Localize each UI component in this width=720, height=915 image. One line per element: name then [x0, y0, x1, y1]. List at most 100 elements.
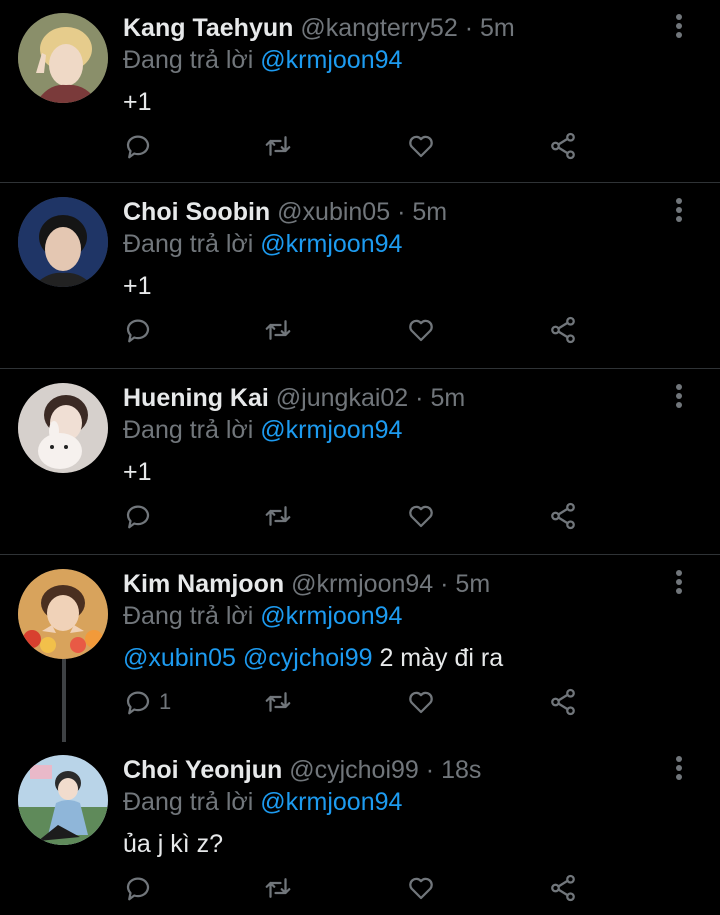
- replying-to-mention[interactable]: @krmjoon94: [260, 230, 402, 258]
- text-mention[interactable]: @cyjchoi99: [243, 644, 373, 672]
- tweet-text-body: 2 mày đi ra: [372, 644, 504, 672]
- replying-to-mention[interactable]: @krmjoon94: [260, 602, 402, 630]
- display-name[interactable]: Kang Taehyun: [123, 14, 293, 42]
- reply-button[interactable]: 1: [123, 682, 171, 722]
- replying-to-label: Đang trả lời: [123, 230, 254, 258]
- reply-button[interactable]: [123, 310, 153, 350]
- action-bar: [123, 126, 593, 166]
- avatar[interactable]: [18, 383, 108, 473]
- display-name[interactable]: Choi Soobin: [123, 198, 270, 226]
- user-handle[interactable]: @cyjchoi99: [289, 756, 419, 784]
- replying-to: Đang trả lời @krmjoon94: [123, 228, 402, 260]
- like-button[interactable]: [406, 682, 436, 722]
- retweet-button[interactable]: [263, 126, 293, 166]
- tweet[interactable]: Huening Kai @jungkai02 · 5m Đang trả lời…: [0, 370, 720, 555]
- more-vertical-icon[interactable]: [674, 14, 684, 44]
- action-bar: 1: [123, 682, 593, 722]
- retweet-icon: [265, 692, 291, 712]
- thread-connector: [62, 659, 66, 742]
- tweet[interactable]: Kim Namjoon @krmjoon94 · 5m Đang trả lời…: [0, 556, 720, 742]
- replying-to-label: Đang trả lời: [123, 46, 254, 74]
- heart-icon: [409, 135, 433, 158]
- user-handle[interactable]: @xubin05: [277, 198, 390, 226]
- display-name[interactable]: Huening Kai: [123, 384, 269, 412]
- share-icon: [551, 502, 575, 530]
- tweet[interactable]: Choi Soobin @xubin05 · 5m Đang trả lời @…: [0, 184, 720, 369]
- share-icon: [551, 688, 575, 716]
- more-vertical-icon[interactable]: [674, 384, 684, 414]
- like-button[interactable]: [406, 496, 436, 536]
- tweet-text: @xubin05 @cyjchoi99 2 mày đi ra: [123, 642, 503, 674]
- action-bar: [123, 310, 593, 350]
- retweet-button[interactable]: [263, 682, 293, 722]
- heart-icon: [409, 691, 433, 714]
- tweet[interactable]: Choi Yeonjun @cyjchoi99 · 18s Đang trả l…: [0, 742, 720, 915]
- replying-to-mention[interactable]: @krmjoon94: [260, 416, 402, 444]
- timestamp[interactable]: 5m: [455, 570, 490, 598]
- reply-button[interactable]: [123, 126, 153, 166]
- reply-count: 1: [159, 689, 172, 714]
- reply-icon: [126, 319, 150, 343]
- divider: [0, 182, 720, 183]
- timestamp[interactable]: 5m: [412, 198, 447, 226]
- share-button[interactable]: [548, 496, 578, 536]
- retweet-icon: [265, 136, 291, 156]
- reply-icon: [126, 505, 150, 529]
- reply-icon: [126, 135, 150, 159]
- user-handle[interactable]: @jungkai02: [276, 384, 408, 412]
- replying-to: Đang trả lời @krmjoon94: [123, 44, 402, 76]
- tweet-text: +1: [123, 88, 152, 116]
- heart-icon: [409, 877, 433, 900]
- tweet-text: +1: [123, 272, 152, 300]
- user-handle[interactable]: @krmjoon94: [291, 570, 433, 598]
- reply-icon: [126, 877, 150, 901]
- heart-icon: [409, 319, 433, 342]
- more-vertical-icon[interactable]: [674, 570, 684, 600]
- share-button[interactable]: [548, 126, 578, 166]
- retweet-button[interactable]: [263, 310, 293, 350]
- avatar[interactable]: [18, 13, 108, 103]
- more-vertical-icon[interactable]: [674, 198, 684, 228]
- avatar-image: [18, 755, 108, 845]
- separator: ·: [464, 14, 474, 42]
- replying-to-mention[interactable]: @krmjoon94: [260, 788, 402, 816]
- share-button[interactable]: [548, 682, 578, 722]
- retweet-button[interactable]: [263, 868, 293, 908]
- avatar-image: [18, 197, 108, 287]
- reply-button[interactable]: [123, 868, 153, 908]
- divider: [0, 368, 720, 369]
- avatar[interactable]: [18, 569, 108, 659]
- timestamp[interactable]: 18s: [441, 756, 481, 784]
- display-name[interactable]: Choi Yeonjun: [123, 756, 282, 784]
- separator: ·: [425, 756, 435, 784]
- separator: ·: [440, 570, 449, 598]
- timestamp[interactable]: 5m: [480, 14, 515, 42]
- replying-to: Đang trả lời @krmjoon94: [123, 786, 402, 818]
- like-button[interactable]: [406, 126, 436, 166]
- tweet-text: +1: [123, 458, 152, 486]
- avatar-image: [18, 383, 108, 473]
- share-button[interactable]: [548, 310, 578, 350]
- replying-to-mention[interactable]: @krmjoon94: [260, 46, 402, 74]
- more-vertical-icon[interactable]: [674, 756, 684, 786]
- retweet-icon: [265, 506, 291, 526]
- reply-button[interactable]: [123, 496, 153, 536]
- replying-to: Đang trả lời @krmjoon94: [123, 600, 402, 632]
- action-bar: [123, 868, 593, 908]
- display-name[interactable]: Kim Namjoon: [123, 570, 284, 598]
- reply-icon: [126, 691, 150, 715]
- like-button[interactable]: [406, 310, 436, 350]
- like-button[interactable]: [406, 868, 436, 908]
- timestamp[interactable]: 5m: [430, 384, 465, 412]
- avatar[interactable]: [18, 755, 108, 845]
- retweet-icon: [265, 878, 291, 898]
- retweet-button[interactable]: [263, 496, 293, 536]
- avatar[interactable]: [18, 197, 108, 287]
- tweet[interactable]: Kang Taehyun @kangterry52 · 5m Đang trả …: [0, 0, 720, 183]
- text-mention[interactable]: @xubin05: [123, 644, 236, 672]
- divider: [0, 554, 720, 555]
- share-button[interactable]: [548, 868, 578, 908]
- user-handle[interactable]: @kangterry52: [300, 14, 457, 42]
- share-icon: [551, 316, 575, 344]
- replying-to-label: Đang trả lời: [123, 416, 254, 444]
